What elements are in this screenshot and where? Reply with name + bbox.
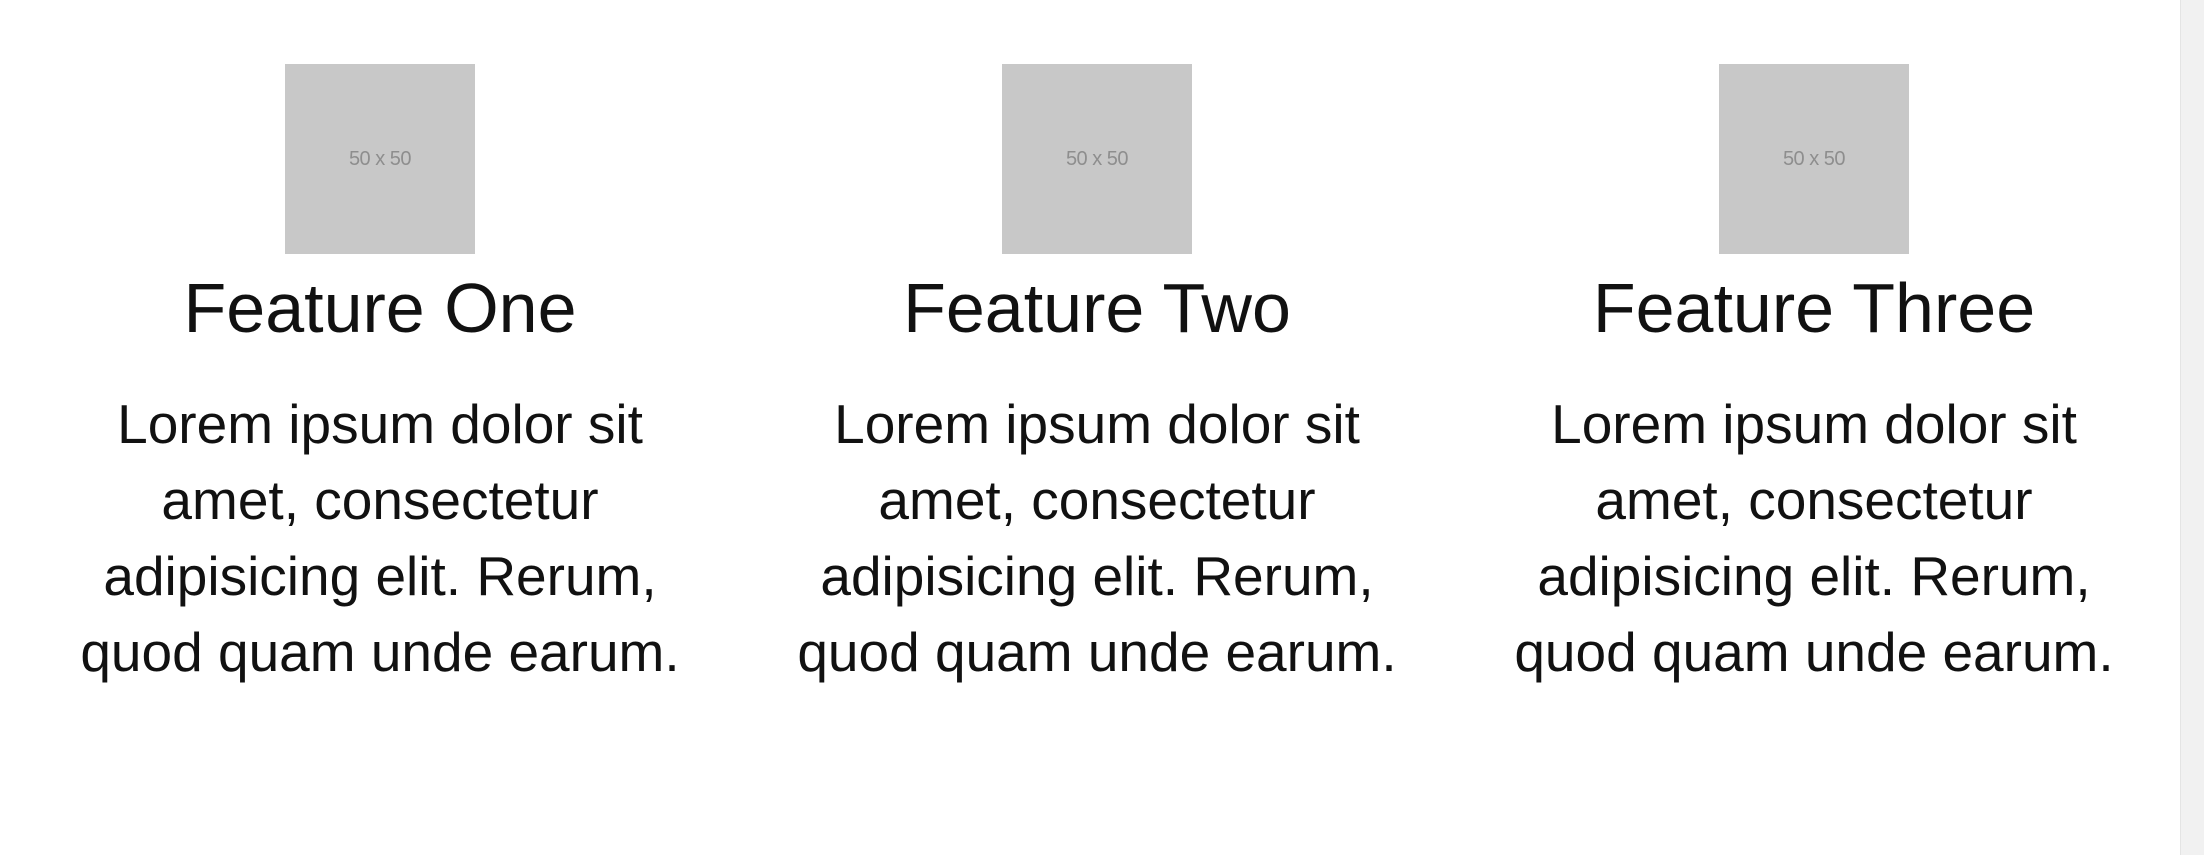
feature-image-placeholder: 50 x 50 — [285, 64, 475, 254]
placeholder-size-label: 50 x 50 — [1782, 147, 1846, 170]
feature-description: Lorem ipsum dolor sit amet, consectetur … — [1514, 393, 2114, 683]
feature-description: Lorem ipsum dolor sit amet, consectetur … — [80, 393, 680, 683]
feature-card-one: 50 x 50 Feature One Lorem ipsum dolor si… — [32, 64, 728, 690]
page-viewport: 50 x 50 Feature One Lorem ipsum dolor si… — [0, 0, 2180, 855]
features-row: 50 x 50 Feature One Lorem ipsum dolor si… — [32, 64, 2162, 690]
placeholder-size-label: 50 x 50 — [348, 147, 412, 170]
feature-title: Feature Three — [1592, 269, 2036, 347]
feature-image-placeholder: 50 x 50 — [1719, 64, 1909, 254]
feature-description: Lorem ipsum dolor sit amet, consectetur … — [797, 393, 1397, 683]
feature-title: Feature One — [183, 269, 577, 347]
feature-card-two: 50 x 50 Feature Two Lorem ipsum dolor si… — [749, 64, 1445, 690]
feature-title: Feature Two — [903, 269, 1291, 347]
feature-image-placeholder: 50 x 50 — [1002, 64, 1192, 254]
vertical-scrollbar[interactable] — [2180, 0, 2204, 855]
placeholder-size-label: 50 x 50 — [1065, 147, 1129, 170]
feature-card-three: 50 x 50 Feature Three Lorem ipsum dolor … — [1466, 64, 2162, 690]
